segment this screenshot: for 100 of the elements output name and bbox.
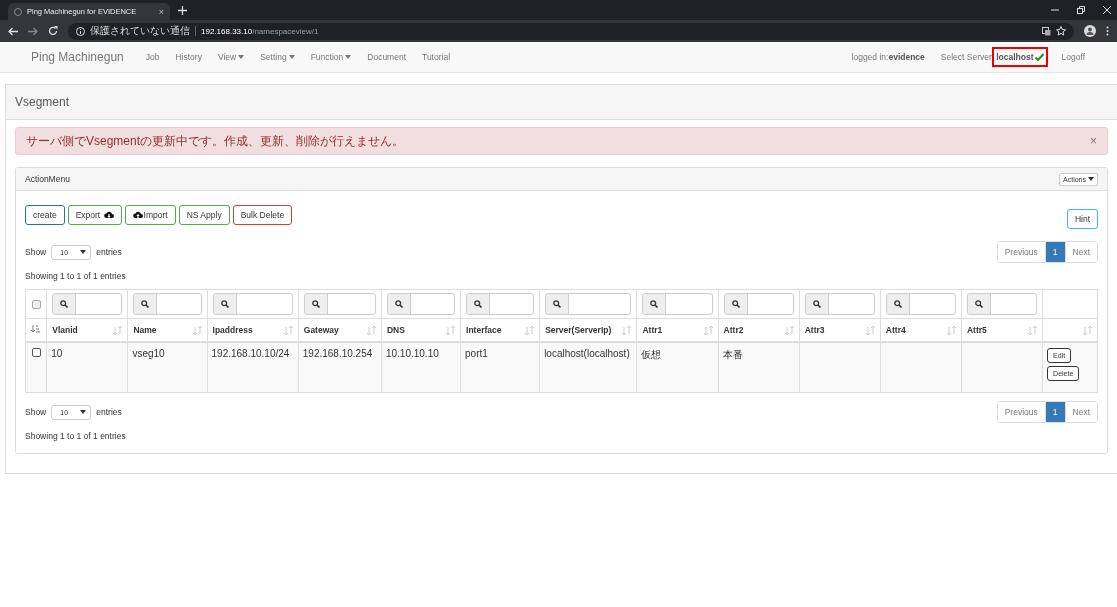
restore-icon[interactable] bbox=[1077, 6, 1085, 14]
server-link[interactable]: localhost bbox=[994, 49, 1046, 65]
action-button[interactable]: Bulk Delete bbox=[232, 205, 293, 225]
search-icon bbox=[893, 300, 902, 308]
caret-icon bbox=[345, 55, 352, 59]
column-filter-field[interactable] bbox=[885, 293, 956, 315]
next-button[interactable]: Next bbox=[1064, 242, 1097, 262]
column-filter-field[interactable] bbox=[967, 293, 1038, 315]
column-filter-field[interactable] bbox=[303, 293, 376, 315]
search-icon bbox=[311, 300, 320, 308]
column-filter-field[interactable] bbox=[52, 293, 123, 315]
sort-icon[interactable] bbox=[1083, 325, 1092, 335]
sort-icon[interactable] bbox=[622, 325, 632, 335]
sort-icon[interactable] bbox=[703, 325, 713, 335]
column-filter-field[interactable] bbox=[804, 293, 875, 315]
sort-icon[interactable] bbox=[525, 325, 535, 335]
forward-arrow-icon[interactable] bbox=[28, 26, 38, 36]
search-icon bbox=[812, 300, 821, 308]
nav-dropdown[interactable]: View bbox=[217, 52, 245, 62]
column-filter-field[interactable] bbox=[723, 293, 794, 315]
sort-icon[interactable] bbox=[784, 325, 794, 335]
caret-icon bbox=[80, 410, 87, 414]
action-button[interactable]: NS Apply bbox=[178, 205, 230, 225]
show-label: Show bbox=[25, 247, 47, 257]
info-icon bbox=[76, 26, 85, 36]
page-button[interactable]: 1 bbox=[1044, 242, 1065, 262]
sort-icon[interactable] bbox=[283, 325, 293, 335]
search-icon bbox=[975, 300, 983, 308]
show-label: Show bbox=[25, 407, 47, 417]
alert-close-button[interactable]: × bbox=[1090, 134, 1097, 148]
column-filter-field[interactable] bbox=[386, 293, 456, 315]
logged-in-text: logged in:evidence bbox=[851, 52, 925, 62]
entries-label: entries bbox=[96, 247, 122, 257]
column-header[interactable]: Attr3 bbox=[804, 325, 825, 335]
caret-icon bbox=[238, 55, 245, 59]
brand-link[interactable]: Ping Machinegun bbox=[31, 50, 124, 64]
nav-link[interactable]: Job bbox=[145, 52, 160, 62]
caret-icon bbox=[1088, 177, 1094, 181]
star-icon[interactable] bbox=[1056, 26, 1066, 36]
column-header[interactable]: Attr5 bbox=[967, 325, 987, 335]
next-button[interactable]: Next bbox=[1064, 402, 1097, 422]
column-header[interactable]: Ipaddress bbox=[212, 325, 253, 335]
sort-icon[interactable] bbox=[366, 325, 376, 335]
sort-icon[interactable] bbox=[446, 325, 456, 335]
reload-icon[interactable] bbox=[48, 26, 58, 36]
sort-icon[interactable] bbox=[113, 325, 123, 335]
close-icon[interactable] bbox=[1103, 6, 1111, 14]
select-server-label: Select Server: bbox=[940, 52, 995, 62]
column-filter-field[interactable] bbox=[133, 293, 202, 315]
table-cell: port1 bbox=[465, 348, 488, 359]
column-header[interactable]: Interface bbox=[466, 325, 502, 335]
column-header[interactable]: Attr2 bbox=[723, 325, 744, 335]
column-header[interactable]: Vlanid bbox=[52, 325, 78, 335]
caret-icon bbox=[80, 250, 87, 254]
translate-icon[interactable] bbox=[1042, 26, 1051, 36]
column-header[interactable]: DNS bbox=[386, 325, 405, 335]
table-cell: localhost(localhost) bbox=[544, 348, 630, 359]
column-header[interactable]: Name bbox=[133, 325, 157, 335]
row-checkbox[interactable] bbox=[32, 348, 42, 357]
table-cell: 本番 bbox=[722, 349, 743, 360]
column-header[interactable]: Attr4 bbox=[885, 325, 906, 335]
search-icon bbox=[650, 300, 659, 308]
column-filter-field[interactable] bbox=[466, 293, 535, 315]
action-button[interactable]: Export bbox=[67, 205, 122, 225]
action-button[interactable]: create bbox=[25, 205, 65, 225]
search-icon bbox=[553, 300, 562, 308]
logoff-link[interactable]: Logoff bbox=[1061, 52, 1085, 62]
cloud-download-icon bbox=[103, 211, 114, 219]
address-bar[interactable]: 保護されていない通信 192.168.33.10/namespaceview/1 bbox=[68, 22, 1074, 40]
nav-link[interactable]: Document bbox=[367, 52, 406, 62]
hint-button[interactable]: Hint bbox=[1066, 209, 1098, 229]
alert-message: サーバ側でVsegmentの更新中です。作成、更新、削除が行えません。 bbox=[26, 132, 406, 150]
column-header[interactable]: Gateway bbox=[303, 325, 339, 335]
url-text: 192.168.33.10/namespaceview/1 bbox=[201, 26, 319, 36]
column-filter-field[interactable] bbox=[642, 293, 713, 315]
column-filter-field[interactable] bbox=[545, 293, 632, 315]
back-arrow-icon[interactable] bbox=[8, 26, 18, 36]
column-filter-field[interactable] bbox=[212, 293, 293, 315]
nav-link[interactable]: History bbox=[175, 52, 202, 62]
select-all-checkbox[interactable] bbox=[31, 299, 41, 309]
search-icon bbox=[474, 300, 483, 308]
sort-icon[interactable] bbox=[1028, 325, 1038, 335]
search-icon bbox=[220, 300, 229, 308]
sort-ascending-icon[interactable] bbox=[31, 324, 40, 334]
sort-icon[interactable] bbox=[192, 325, 202, 335]
sort-icon[interactable] bbox=[947, 325, 956, 335]
search-icon bbox=[60, 300, 69, 308]
menu-icon[interactable] bbox=[1106, 26, 1109, 36]
nav-dropdown[interactable]: Function bbox=[310, 52, 352, 62]
nav-dropdown[interactable]: Setting bbox=[260, 52, 295, 62]
column-header[interactable]: Attr1 bbox=[642, 325, 663, 335]
tab-close-button[interactable]: × bbox=[158, 6, 164, 17]
page-button[interactable]: 1 bbox=[1044, 402, 1065, 422]
sort-icon[interactable] bbox=[865, 325, 875, 335]
avatar-icon[interactable] bbox=[1084, 25, 1096, 37]
cloud-upload-icon bbox=[132, 211, 143, 219]
minimize-icon[interactable] bbox=[1051, 6, 1059, 14]
new-tab-icon[interactable] bbox=[178, 5, 187, 15]
action-button[interactable]: Import bbox=[124, 205, 176, 225]
nav-link[interactable]: Tutorial bbox=[422, 52, 451, 62]
